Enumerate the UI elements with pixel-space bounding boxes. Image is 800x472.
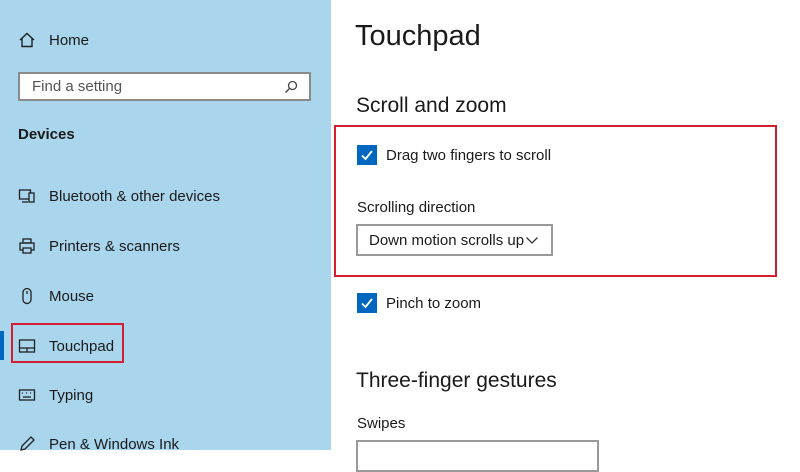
page-title: Touchpad [355,20,481,52]
pinch-to-zoom-row[interactable]: Pinch to zoom [357,293,481,313]
pen-icon [17,434,37,454]
sidebar-item-typing[interactable]: Typing [0,380,93,410]
scrolling-direction-value: Down motion scrolls up [369,231,525,249]
home-icon [17,30,37,50]
sidebar-item-pen[interactable]: Pen & Windows Ink [0,429,179,459]
main-content: Touchpad Scroll and zoom Drag two finger… [331,0,800,472]
home-nav-item[interactable]: Home [0,25,89,55]
sidebar-item-bluetooth[interactable]: Bluetooth & other devices [0,181,220,211]
swipes-dropdown[interactable] [356,440,599,472]
touchpad-highlight-box [11,323,124,363]
search-input[interactable] [30,77,281,96]
sidebar-item-printers[interactable]: Printers & scanners [0,231,180,261]
mouse-icon [17,286,37,306]
chevron-down-icon [525,232,541,248]
bluetooth-devices-icon [17,186,37,206]
three-finger-heading: Three-finger gestures [356,369,557,392]
swipes-label: Swipes [357,415,406,432]
sidebar-item-label: Typing [49,386,94,404]
sidebar-item-label: Mouse [49,287,95,305]
pinch-to-zoom-checkbox[interactable] [357,293,377,313]
sidebar: Home Devices Bluetooth & other devices P… [0,0,331,453]
pinch-to-zoom-label: Pinch to zoom [386,294,482,312]
sidebar-item-label: Bluetooth & other devices [49,187,220,205]
section-title: Devices [18,126,75,143]
scrolling-direction-dropdown[interactable]: Down motion scrolls up [356,224,553,256]
printer-icon [17,236,37,256]
sidebar-item-mouse[interactable]: Mouse [0,281,94,311]
scrolling-direction-label: Scrolling direction [357,199,476,216]
sidebar-item-label: Printers & scanners [49,237,180,255]
drag-two-fingers-label: Drag two fingers to scroll [386,146,552,164]
keyboard-icon [17,385,37,405]
scroll-zoom-heading: Scroll and zoom [356,94,507,117]
drag-two-fingers-checkbox[interactable] [357,145,377,165]
find-setting-search[interactable] [18,72,311,101]
search-icon[interactable] [281,77,301,97]
drag-two-fingers-row[interactable]: Drag two fingers to scroll [357,145,551,165]
home-label: Home [49,31,90,49]
